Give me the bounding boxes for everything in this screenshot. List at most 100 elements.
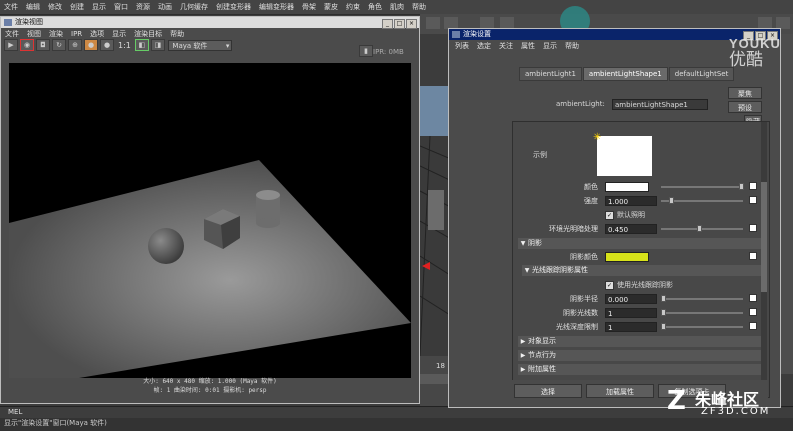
shadows-section[interactable]: ▼ 阴影 [518, 238, 763, 249]
attribute-scroll-area[interactable]: 示例 ✳ 颜色 强度 1.000 ✓ 默认照明 环境光明暗处理 0.450 ▼ 阴影… [512, 121, 770, 398]
alpha-channel-icon[interactable]: ● [100, 39, 114, 51]
load-attributes-button[interactable]: 加载属性 [586, 384, 654, 398]
main-menu-item[interactable]: 文件 [0, 0, 22, 12]
scrollbar[interactable] [761, 122, 767, 395]
intensity-field[interactable]: 1.000 [605, 196, 657, 206]
main-menu-item[interactable]: 创建变形器 [212, 0, 255, 12]
ray-depth-field[interactable]: 1 [605, 322, 657, 332]
chevron-down-icon: ▾ [225, 41, 230, 50]
presets-button[interactable]: 预设 [728, 101, 762, 113]
main-menu-item[interactable]: 约束 [342, 0, 364, 12]
shelf-icon[interactable] [426, 17, 440, 29]
render-icon[interactable]: ▶ [4, 39, 18, 51]
main-menu-item[interactable]: 编辑变形器 [255, 0, 298, 12]
node-tab[interactable]: ambientLight1 [519, 67, 582, 81]
shadow-rays-field[interactable]: 1 [605, 308, 657, 318]
close-icon[interactable]: × [406, 19, 417, 29]
main-menu-item[interactable]: 修改 [44, 0, 66, 12]
main-menu-item[interactable]: 显示 [88, 0, 110, 12]
node-behavior-section[interactable]: ▶ 节点行为 [518, 350, 763, 361]
main-menu-item[interactable]: 资源 [132, 0, 154, 12]
main-menu-item[interactable]: 动画 [154, 0, 176, 12]
ray-depth-slider[interactable] [661, 323, 743, 330]
shadow-color-swatch[interactable] [605, 252, 649, 262]
region-icon[interactable]: ⊕ [68, 39, 82, 51]
render-settings-menu-item[interactable]: 显示 [539, 40, 561, 52]
render-settings-menu-item[interactable]: 列表 [451, 40, 473, 52]
default-illumination-label: 默认照明 [617, 211, 645, 219]
select-button[interactable]: 选择 [514, 384, 582, 398]
color-channel-icon[interactable]: ● [84, 39, 98, 51]
object-display-section[interactable]: ▶ 对象显示 [518, 336, 763, 347]
node-tabs: ambientLight1 ambientLightShape1 defaultLi… [519, 67, 735, 81]
render-view-titlebar[interactable]: 渲染视图 _ □ × [1, 17, 419, 29]
remove-image-icon[interactable]: ◨ [150, 39, 165, 51]
map-icon[interactable] [749, 308, 757, 316]
default-illumination-checkbox[interactable]: ✓ 默认照明 [605, 210, 645, 220]
color-slider[interactable] [661, 183, 744, 190]
chevron-right-icon: ▶ [520, 366, 526, 373]
map-icon[interactable] [749, 196, 757, 204]
shadow-color-row: 阴影颜色 [513, 252, 758, 263]
shadow-rays-slider[interactable] [661, 309, 743, 316]
map-icon[interactable] [749, 252, 757, 260]
ratio-label[interactable]: 1:1 [118, 41, 131, 50]
render-settings-window: 渲染设置 _ □ × 列表 选定 关注 属性 显示 帮助 ambientLight1 ambie… [448, 28, 781, 408]
window-icon [452, 31, 460, 38]
main-menu-item[interactable]: 创建 [66, 0, 88, 12]
color-label: 颜色 [584, 183, 598, 191]
map-icon[interactable] [749, 182, 757, 190]
light-sample-swatch: ✳ [593, 132, 652, 176]
raytrace-shadow-section[interactable]: ▼ 光线跟踪阴影属性 [522, 265, 767, 276]
main-menu-item[interactable]: 骨架 [298, 0, 320, 12]
ambient-shade-label: 环境光明暗处理 [549, 225, 598, 233]
raytrace-section-label: 光线跟踪阴影属性 [532, 266, 588, 274]
maximize-icon[interactable]: □ [394, 19, 405, 29]
check-icon: ✓ [605, 280, 614, 290]
render-view-menu-item[interactable]: IPR [67, 29, 86, 39]
keep-image-icon[interactable]: ◧ [134, 39, 149, 51]
main-menu-item[interactable]: 编辑 [22, 0, 44, 12]
renderer-select[interactable]: Maya 软件 ▾ [168, 39, 233, 51]
ipr-memory: IPR: 0MB [373, 48, 404, 56]
light-icon: ✳ [593, 132, 602, 143]
node-tab[interactable]: ambientLightShape1 [582, 67, 668, 81]
use-raytrace-checkbox[interactable]: ✓ 使用光线跟踪阴影 [605, 280, 673, 290]
intensity-slider[interactable] [661, 197, 743, 204]
render-settings-menu-item[interactable]: 帮助 [561, 40, 583, 52]
map-icon[interactable] [749, 294, 757, 302]
ambient-shade-slider[interactable] [661, 225, 743, 232]
render-settings-menu-item[interactable]: 选定 [473, 40, 495, 52]
minimize-icon[interactable]: _ [382, 19, 393, 29]
zf3d-logo-en: ZF3D.COM [701, 406, 771, 417]
main-menu-item[interactable]: 角色 [364, 0, 386, 12]
ipr-render-icon[interactable]: ◉ [20, 39, 34, 51]
render-settings-menu-item[interactable]: 属性 [517, 40, 539, 52]
main-menu-item[interactable]: 帮助 [408, 0, 430, 12]
main-menu-item[interactable]: 肌肉 [386, 0, 408, 12]
lock-icon[interactable]: ▮ [359, 45, 373, 57]
render-settings-menu-item[interactable]: 关注 [495, 40, 517, 52]
extra-attributes-section[interactable]: ▶ 附加属性 [518, 364, 763, 375]
shadow-radius-slider[interactable] [661, 295, 743, 302]
main-menu-item[interactable]: 窗口 [110, 0, 132, 12]
map-icon[interactable] [749, 224, 757, 232]
color-swatch[interactable] [605, 182, 649, 192]
scrollbar-thumb[interactable] [761, 182, 767, 292]
render-canvas[interactable] [9, 63, 411, 378]
rendered-image [9, 160, 411, 378]
focus-button[interactable]: 聚焦 [728, 87, 762, 99]
node-tab[interactable]: defaultLightSet [668, 67, 735, 81]
default-illumination-row: ✓ 默认照明 [513, 210, 758, 221]
color-row: 颜色 [513, 182, 758, 193]
ambient-shade-field[interactable]: 0.450 [605, 224, 657, 234]
use-raytrace-row: ✓ 使用光线跟踪阴影 [513, 280, 758, 291]
refresh-icon[interactable]: ↻ [52, 39, 66, 51]
ambient-shade-row: 环境光明暗处理 0.450 [513, 224, 758, 235]
shadow-radius-field[interactable]: 0.000 [605, 294, 657, 304]
main-menu-item[interactable]: 蒙皮 [320, 0, 342, 12]
map-icon[interactable] [749, 322, 757, 330]
node-name-field[interactable]: ambientLightShape1 [612, 99, 708, 110]
main-menu-item[interactable]: 几何缓存 [176, 0, 212, 12]
snapshot-icon[interactable]: ◘ [36, 39, 50, 51]
